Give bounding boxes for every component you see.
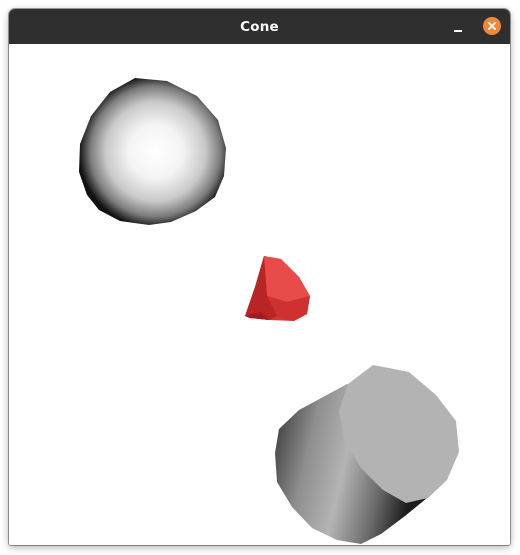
close-button[interactable] (483, 17, 501, 35)
minimize-button[interactable] (450, 19, 466, 35)
scene-svg (79, 78, 459, 544)
title-bar[interactable]: Cone (9, 9, 510, 44)
cone-mesh (245, 256, 310, 321)
app-window: Cone (9, 9, 510, 545)
close-icon (488, 22, 496, 30)
render-viewport[interactable] (9, 44, 510, 545)
window-title: Cone (240, 18, 279, 35)
sphere-mesh (79, 78, 226, 225)
cylinder-mesh (275, 365, 459, 544)
